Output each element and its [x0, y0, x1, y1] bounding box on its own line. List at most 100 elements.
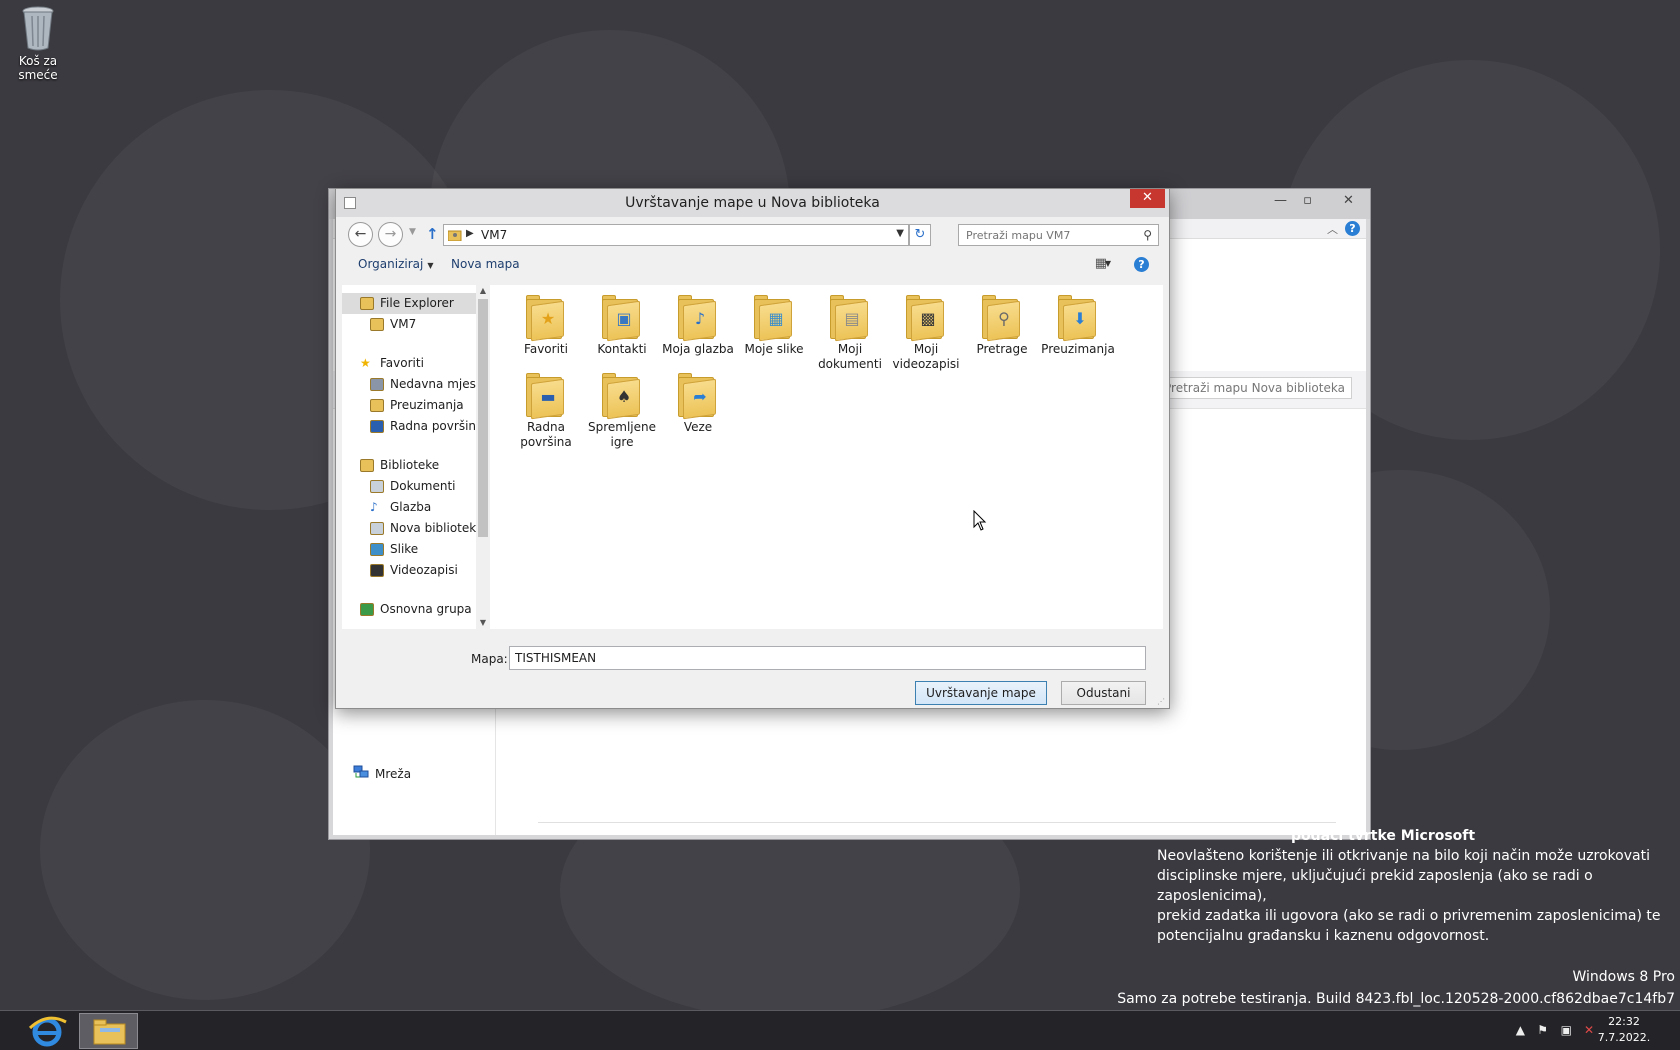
sidebar-item[interactable]: Dokumenti: [342, 476, 476, 497]
folder-glyph: ▬: [540, 387, 556, 406]
refresh-button[interactable]: ↻: [909, 224, 931, 246]
music-icon: ♪: [370, 500, 378, 514]
volume-muted-icon[interactable]: ✕: [1584, 1023, 1594, 1037]
folder-item[interactable]: ★ Favoriti: [508, 289, 584, 357]
network-tray-icon[interactable]: ▣: [1561, 1023, 1572, 1037]
folder-item[interactable]: ⚲ Pretrage: [964, 289, 1040, 357]
address-dropdown-icon[interactable]: ▼: [896, 228, 904, 239]
folder-item[interactable]: ▤ Moji dokumenti: [812, 289, 888, 372]
flag-icon[interactable]: ⚑: [1537, 1023, 1548, 1037]
favorites-folder-icon: ★: [526, 295, 566, 342]
clock-time: 22:32: [1608, 1015, 1640, 1028]
internet-explorer-taskbar-button[interactable]: [22, 1014, 72, 1048]
show-hidden-icons-icon[interactable]: ▲: [1516, 1023, 1525, 1037]
navigation-scrollbar[interactable]: ▲ ▼: [476, 285, 489, 629]
include-folder-dialog[interactable]: Uvrštavanje mape u Nova biblioteka ✕ ← →…: [335, 188, 1170, 709]
sidebar-item[interactable]: Nova biblioteka: [342, 518, 483, 539]
organize-menu-button[interactable]: Organiziraj ▼: [358, 257, 434, 271]
folder-item[interactable]: ▦ Moje slike: [736, 289, 812, 357]
sidebar-item[interactable]: Radna površina: [342, 416, 483, 437]
folder-item[interactable]: ⬇ Preuzimanja: [1040, 289, 1116, 357]
view-dropdown-icon[interactable]: ▼: [1105, 259, 1111, 268]
file-explorer-taskbar-button[interactable]: [79, 1013, 138, 1049]
library-search-input[interactable]: Pretraži mapu Nova biblioteka: [1157, 377, 1352, 399]
documents-icon: [370, 480, 384, 493]
folder-view: ★ Favoriti ▣ Kontakti ♪ Moja glazba ▦ Moje slik…: [490, 285, 1163, 629]
sidebar-item[interactable]: File Explorer: [342, 293, 476, 314]
sidebar-item[interactable]: VM7: [342, 314, 476, 335]
folder-item[interactable]: ➦ Veze: [660, 367, 736, 435]
dialog-content: File Explorer VM7 ★ Favoriti Nedavna mjesta P…: [342, 285, 1163, 629]
back-button[interactable]: ←: [348, 222, 373, 247]
folder-item[interactable]: ▬ Radna površina: [508, 367, 584, 450]
help-icon[interactable]: ?: [1345, 221, 1360, 236]
clock[interactable]: 22:32 7.7.2022.: [1594, 1014, 1654, 1046]
folder-name-input[interactable]: [509, 646, 1146, 670]
resize-grip-icon[interactable]: ⋰: [1157, 697, 1165, 706]
minimize-button[interactable]: —: [1267, 191, 1294, 211]
folder-glyph: ➦: [693, 387, 707, 406]
sidebar-item[interactable]: Nedavna mjesta: [342, 374, 488, 395]
sidebar-item[interactable]: ♪ Glazba: [342, 497, 476, 518]
sidebar-item-network[interactable]: Mreža: [353, 765, 411, 782]
folder-item[interactable]: ♠ Spremljene igre: [584, 367, 660, 450]
recycle-bin-desktop-icon[interactable]: Koš za smeće: [0, 4, 76, 82]
network-label: Mreža: [375, 766, 412, 781]
search-box[interactable]: ⚲: [958, 224, 1159, 246]
sidebar-item[interactable]: Osnovna grupa: [342, 599, 476, 620]
breadcrumb-chevron-icon[interactable]: ▶: [466, 228, 474, 239]
pictures-folder-icon: ▦: [754, 295, 794, 342]
sidebar-item[interactable]: Preuzimanja: [342, 395, 476, 416]
folder-glyph: ▣: [616, 309, 632, 328]
help-icon[interactable]: ?: [1134, 257, 1149, 272]
folder-item[interactable]: ▣ Kontakti: [584, 289, 660, 357]
folder-glyph: ⚲: [998, 309, 1010, 328]
forward-button[interactable]: →: [378, 222, 403, 247]
folder-label: Moja glazba: [662, 342, 734, 356]
folder-glyph: ♠: [616, 387, 632, 406]
recycle-bin-icon: [21, 6, 55, 51]
windows-edition: Windows 8 Pro: [1572, 969, 1675, 985]
folder-field-label: Mapa:: [471, 652, 508, 666]
sidebar-item-label: Osnovna grupa: [380, 602, 472, 616]
command-bar: Organiziraj ▼ Nova mapa ▦ ▼ ?: [342, 251, 1163, 279]
include-folder-button[interactable]: Uvrštavanje mape: [915, 681, 1047, 705]
folder-item[interactable]: ▩ Moji videozapisi: [888, 289, 964, 372]
network-icon: [353, 765, 369, 782]
homegroup-icon: [360, 603, 374, 616]
scroll-down-icon[interactable]: ▼: [478, 618, 488, 627]
search-input[interactable]: [959, 225, 1129, 245]
sidebar-item[interactable]: Videozapisi: [342, 560, 476, 581]
address-bar[interactable]: ▶ VM7 ▼: [443, 224, 909, 246]
cancel-button[interactable]: Odustani: [1061, 681, 1146, 705]
recent-locations-dropdown-icon[interactable]: ▼: [409, 227, 416, 237]
sidebar-item[interactable]: Slike: [342, 539, 476, 560]
navigation-pane: File Explorer VM7 ★ Favoriti Nedavna mjesta P…: [342, 285, 490, 629]
folder-item[interactable]: ♪ Moja glazba: [660, 289, 736, 357]
links-folder-icon: ➦: [678, 373, 718, 420]
scrollbar-thumb[interactable]: [478, 299, 488, 537]
recent-places-icon: [370, 378, 384, 391]
sidebar-item[interactable]: ★ Favoriti: [342, 353, 476, 374]
up-arrow-icon[interactable]: ↑: [426, 225, 439, 243]
sidebar-item-label: Nedavna mjesta: [390, 377, 488, 391]
music-folder-icon: ♪: [678, 295, 718, 342]
close-button[interactable]: ✕: [1335, 191, 1362, 211]
new-folder-button[interactable]: Nova mapa: [451, 257, 520, 271]
dialog-titlebar[interactable]: Uvrštavanje mape u Nova biblioteka ✕: [336, 189, 1169, 217]
new-folder-label: Nova mapa: [451, 257, 520, 271]
navigation-tree: File Explorer VM7 ★ Favoriti Nedavna mjesta P…: [342, 293, 488, 620]
maximize-button[interactable]: ▫: [1294, 191, 1321, 211]
sidebar-item[interactable]: Biblioteke: [342, 455, 476, 476]
folder-glyph: ▩: [920, 309, 936, 328]
windows-build: Samo za potrebe testiranja. Build 8423.f…: [1117, 991, 1675, 1007]
search-icon[interactable]: ⚲: [1143, 228, 1152, 242]
breadcrumb-path[interactable]: VM7: [481, 228, 507, 242]
folder-label: Kontakti: [597, 342, 647, 356]
dialog-close-button[interactable]: ✕: [1130, 189, 1165, 208]
collapse-ribbon-icon[interactable]: ︿: [1327, 221, 1338, 237]
videos-icon: [370, 564, 384, 577]
folder-label: Moji videozapisi: [892, 342, 960, 371]
scroll-up-icon[interactable]: ▲: [478, 286, 488, 295]
